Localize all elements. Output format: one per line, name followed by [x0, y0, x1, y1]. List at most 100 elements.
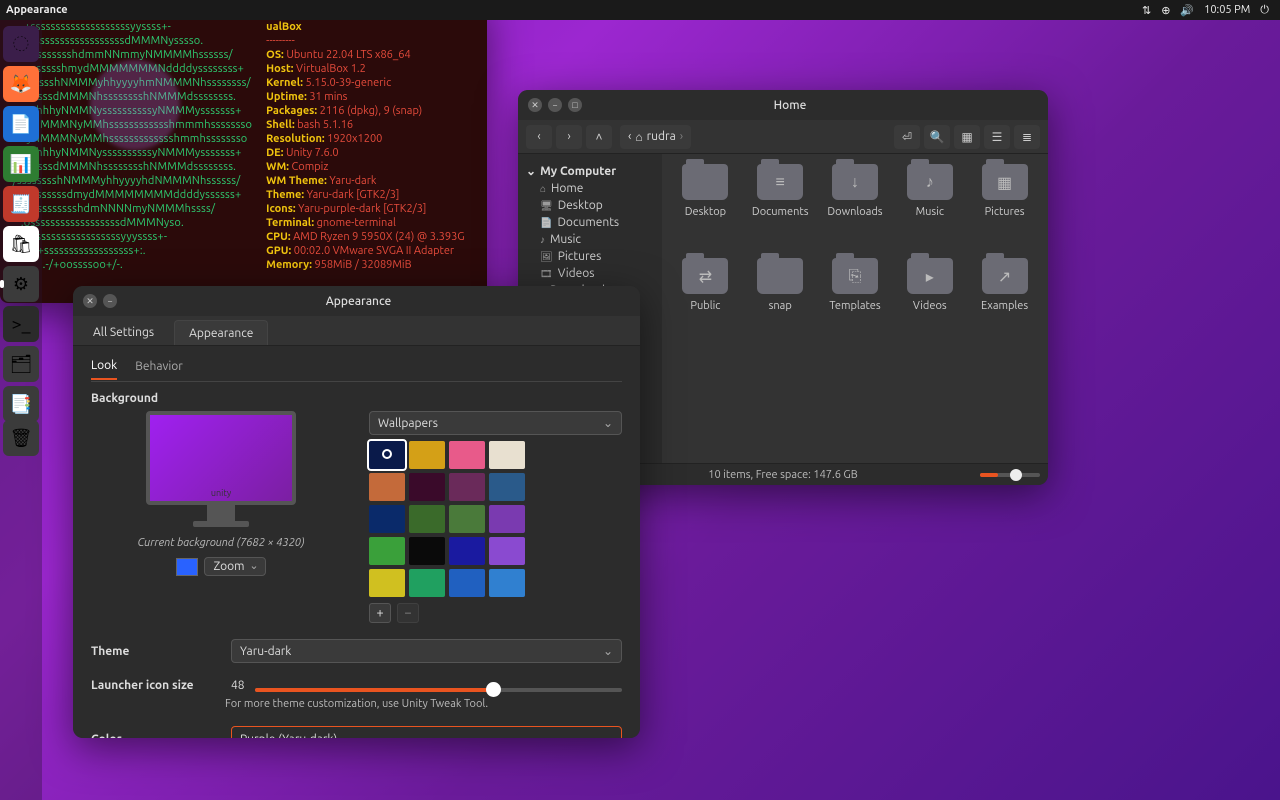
folder-pictures[interactable]: ▦Pictures: [969, 164, 1040, 254]
monitor-screen: unity: [146, 411, 296, 505]
bg-color-swatch[interactable]: [176, 558, 198, 576]
sidebar-item-pictures[interactable]: 🖼Pictures: [526, 248, 654, 265]
launcher-settings[interactable]: ⚙: [3, 266, 39, 302]
sidebar-item-desktop[interactable]: 🖥Desktop: [526, 197, 654, 214]
sidebar-item-videos[interactable]: 🎞Videos: [526, 265, 654, 282]
wallpaper-thumb[interactable]: [489, 505, 525, 533]
wallpaper-thumb[interactable]: [489, 569, 525, 597]
remove-wallpaper-button[interactable]: −: [397, 603, 419, 623]
open-terminal-button[interactable]: ⏎: [894, 125, 920, 149]
view-compact-button[interactable]: ≣: [1014, 125, 1040, 149]
launcher-impress[interactable]: 🧾: [3, 186, 39, 222]
indicator-session-icon[interactable]: ⏻: [1260, 4, 1269, 17]
all-settings-button[interactable]: All Settings: [79, 320, 168, 345]
sidebar-item-documents[interactable]: 📄Documents: [526, 214, 654, 231]
wallpaper-thumb[interactable]: [449, 569, 485, 597]
wallpaper-thumb[interactable]: [449, 473, 485, 501]
panel-clock[interactable]: 10:05 PM: [1204, 4, 1250, 16]
folder-videos[interactable]: ▸Videos: [894, 258, 965, 348]
wallpaper-thumb[interactable]: [489, 441, 525, 469]
icon-size-value: 48: [231, 679, 245, 692]
wallpaper-source-select[interactable]: Wallpapers: [369, 411, 622, 435]
folder-icon: [757, 258, 803, 294]
folder-documents[interactable]: ≡Documents: [745, 164, 816, 254]
folder-music[interactable]: ♪Music: [894, 164, 965, 254]
wallpaper-thumb[interactable]: [409, 473, 445, 501]
sidebar-item-music[interactable]: ♪Music: [526, 231, 654, 248]
folder-snap[interactable]: snap: [745, 258, 816, 348]
add-wallpaper-button[interactable]: +: [369, 603, 391, 623]
wallpaper-thumb[interactable]: [369, 537, 405, 565]
folder-icon: 🖥: [540, 200, 553, 212]
folder-label: Videos: [913, 300, 947, 312]
files-status-text: 10 items, Free space: 147.6 GB: [708, 469, 857, 481]
appearance-titlebar[interactable]: ✕ − Appearance: [73, 286, 640, 316]
folder-public[interactable]: ⇄Public: [670, 258, 741, 348]
wallpaper-thumb[interactable]: [449, 537, 485, 565]
launcher: ◌ 🦊 📄 📊 🧾 🛍 ⚙ >_ 🗂 📑🗑: [0, 20, 42, 800]
wallpaper-thumb[interactable]: [409, 441, 445, 469]
wallpaper-thumb[interactable]: [489, 537, 525, 565]
launcher-calc[interactable]: 📊: [3, 146, 39, 182]
folder-downloads[interactable]: ↓Downloads: [820, 164, 891, 254]
wallpaper-thumb[interactable]: [409, 537, 445, 565]
launcher-files[interactable]: 🗂: [3, 346, 39, 382]
appearance-crumb[interactable]: Appearance: [174, 320, 268, 345]
wallpaper-thumb[interactable]: [369, 505, 405, 533]
wallpaper-thumb[interactable]: [449, 441, 485, 469]
indicator-sound-icon[interactable]: 🔊: [1180, 4, 1194, 17]
nav-up-button[interactable]: ˄: [586, 125, 612, 149]
indicator-network-icon[interactable]: ⇅: [1142, 4, 1151, 17]
terminal-window[interactable]: .:+ssssssssssssssssss+:. -+sssssssssssss…: [0, 0, 487, 303]
sidebar-heading[interactable]: ⌄My Computer: [526, 164, 654, 178]
search-button[interactable]: 🔍: [924, 125, 950, 149]
folder-label: Music: [916, 206, 944, 218]
tab-behavior[interactable]: Behavior: [135, 360, 183, 379]
maximize-icon[interactable]: □: [568, 98, 582, 112]
nav-forward-button[interactable]: ›: [556, 125, 582, 149]
wallpaper-thumb[interactable]: [369, 569, 405, 597]
sidebar-item-home[interactable]: ⌂Home: [526, 180, 654, 197]
launcher-icon-size-label: Launcher icon size: [91, 679, 221, 692]
folder-examples[interactable]: ↗Examples: [969, 258, 1040, 348]
files-titlebar[interactable]: ✕ − □ Home: [518, 90, 1048, 120]
folder-label: Pictures: [985, 206, 1025, 218]
wallpaper-thumb[interactable]: [369, 473, 405, 501]
files-zoom-slider[interactable]: [980, 473, 1040, 477]
nav-back-button[interactable]: ‹: [526, 125, 552, 149]
launcher-firefox[interactable]: 🦊: [3, 66, 39, 102]
folder-label: Public: [690, 300, 720, 312]
accent-color-select[interactable]: Purple (Yaru-dark): [231, 726, 622, 738]
launcher-terminal[interactable]: >_: [3, 306, 39, 342]
folder-icon: 🖼: [540, 251, 553, 263]
trash-icon[interactable]: 🗑: [3, 420, 39, 456]
launcher-libreoffice[interactable]: 📑: [3, 386, 39, 422]
close-icon[interactable]: ✕: [83, 294, 97, 308]
background-label: Background: [91, 392, 622, 405]
folder-icon: ⎘: [832, 258, 878, 294]
wallpaper-thumb[interactable]: [489, 473, 525, 501]
wallpaper-thumb[interactable]: [409, 569, 445, 597]
folder-templates[interactable]: ⎘Templates: [820, 258, 891, 348]
wallpaper-thumb[interactable]: [409, 505, 445, 533]
minimize-icon[interactable]: −: [548, 98, 562, 112]
icon-size-slider[interactable]: [255, 688, 622, 692]
color-label: Color: [91, 733, 221, 739]
view-grid-button[interactable]: ▦: [954, 125, 980, 149]
folder-icon: ↗: [982, 258, 1028, 294]
folder-desktop[interactable]: Desktop: [670, 164, 741, 254]
wallpaper-thumb[interactable]: [369, 441, 405, 469]
wallpaper-thumb[interactable]: [449, 505, 485, 533]
tab-look[interactable]: Look: [91, 359, 117, 380]
background-mode-select[interactable]: Zoom: [204, 557, 265, 576]
launcher-writer[interactable]: 📄: [3, 106, 39, 142]
theme-select[interactable]: Yaru-dark: [231, 639, 622, 663]
path-bar[interactable]: ‹ ⌂ rudra ›: [620, 125, 691, 149]
minimize-icon[interactable]: −: [103, 294, 117, 308]
indicator-keyboard-icon[interactable]: ⊕: [1161, 4, 1170, 17]
close-icon[interactable]: ✕: [528, 98, 542, 112]
home-icon: ⌂: [635, 130, 642, 144]
launcher-software[interactable]: 🛍: [3, 226, 39, 262]
view-list-button[interactable]: ☰: [984, 125, 1010, 149]
launcher-ubuntu-dash[interactable]: ◌: [3, 26, 39, 62]
